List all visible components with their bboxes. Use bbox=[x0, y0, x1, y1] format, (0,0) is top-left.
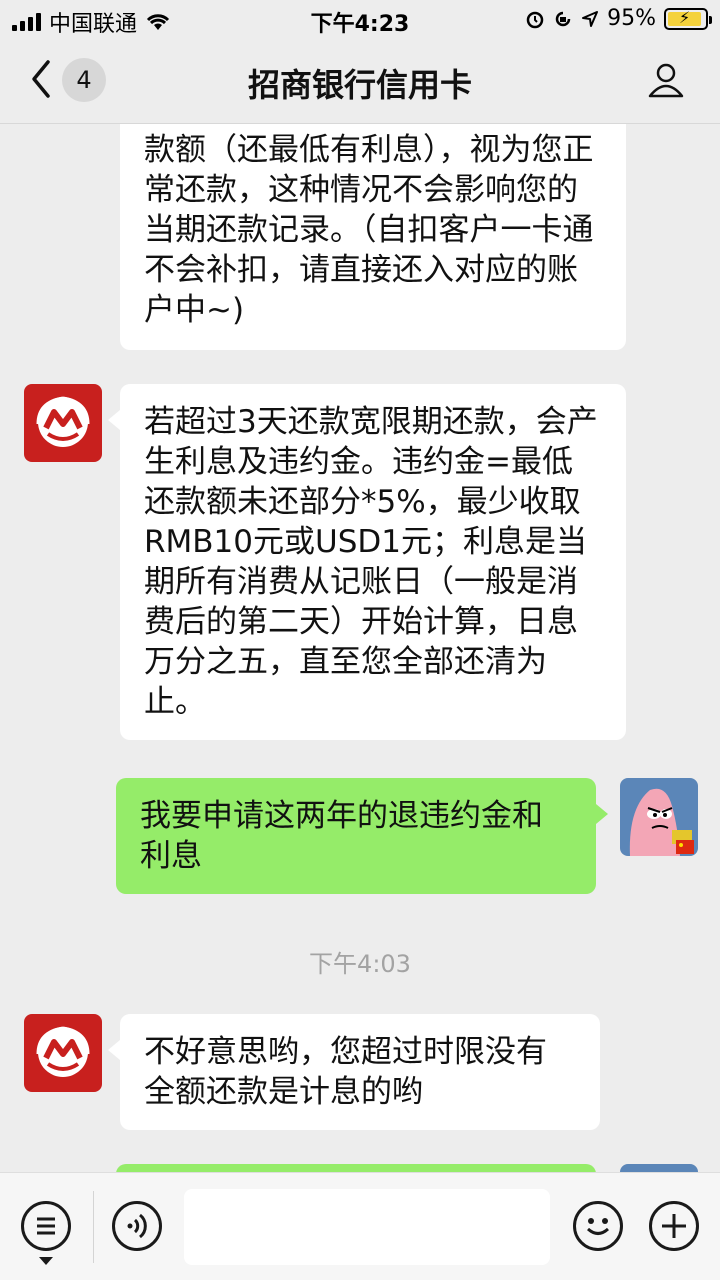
add-icon[interactable] bbox=[649, 1201, 699, 1251]
menu-list-icon[interactable] bbox=[21, 1201, 71, 1251]
message-bubble-incoming[interactable]: 若超过3天还款宽限期还款，会产生利息及违约金。违约金=最低还款额未还部分*5%，… bbox=[108, 384, 626, 740]
rotation-lock-icon bbox=[555, 11, 571, 26]
message-bubble-incoming[interactable]: 款额（还最低有利息），视为您正常还款，这种情况不会影响您的当期还款记录。（自扣客… bbox=[120, 124, 626, 350]
message-text: 若超过3天还款宽限期还款，会产生利息及违约金。违约金=最低还款额未还部分*5%，… bbox=[144, 404, 598, 720]
cmb-logo-icon bbox=[24, 1014, 102, 1092]
message-text: 款额（还最低有利息），视为您正常还款，这种情况不会影响您的当期还款记录。（自扣客… bbox=[144, 132, 594, 328]
chat-title: 招商银行信用卡 bbox=[247, 66, 472, 104]
status-right: 95% ⚡ bbox=[525, 6, 712, 31]
message-bubble-outgoing[interactable]: 我要申请这两年的退违约金和利息 bbox=[116, 778, 608, 894]
cmb-logo-icon bbox=[24, 384, 102, 462]
user-avatar[interactable] bbox=[620, 1164, 698, 1172]
user-avatar-image bbox=[620, 778, 698, 856]
emoji-icon[interactable] bbox=[573, 1201, 623, 1251]
bank-avatar[interactable] bbox=[24, 1014, 102, 1092]
chat-area[interactable]: 款额（还最低有利息），视为您正常还款，这种情况不会影响您的当期还款记录。（自扣客… bbox=[0, 124, 720, 1172]
voice-icon[interactable] bbox=[112, 1201, 162, 1251]
location-arrow-icon bbox=[582, 10, 599, 27]
divider bbox=[93, 1191, 94, 1263]
input-bar bbox=[0, 1172, 720, 1280]
user-avatar[interactable] bbox=[620, 778, 698, 856]
message-text: 不好意思哟，您超过时限没有全额还款是计息的哟 bbox=[144, 1034, 547, 1110]
alarm-icon bbox=[526, 11, 544, 28]
message-bubble-outgoing-partial[interactable] bbox=[116, 1164, 596, 1172]
message-input[interactable] bbox=[184, 1189, 550, 1265]
battery-icon: ⚡ bbox=[664, 7, 712, 30]
menu-expand-caret-icon bbox=[39, 1257, 53, 1265]
message-timestamp: 下午4:03 bbox=[309, 950, 411, 978]
profile-icon[interactable] bbox=[646, 60, 686, 100]
message-bubble-incoming[interactable]: 不好意思哟，您超过时限没有全额还款是计息的哟 bbox=[108, 1014, 600, 1130]
bank-avatar[interactable] bbox=[24, 384, 102, 462]
battery-percent: 95% bbox=[607, 6, 656, 31]
message-text: 我要申请这两年的退违约金和利息 bbox=[140, 798, 543, 874]
status-bar: 中国联通 下午4:23 95% ⚡ bbox=[0, 0, 720, 38]
nav-bar: 4 招商银行信用卡 bbox=[0, 38, 720, 124]
